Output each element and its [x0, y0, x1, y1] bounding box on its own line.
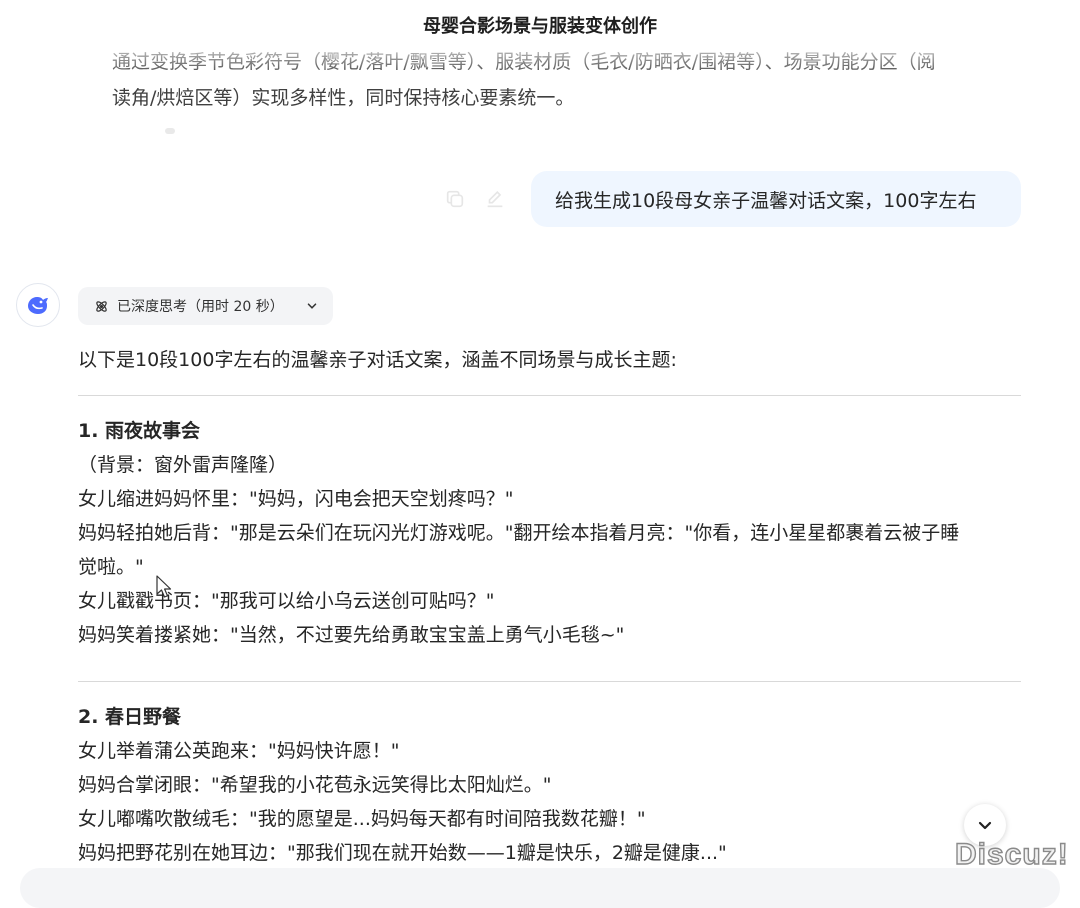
user-message-toolbar — [442, 186, 508, 212]
deep-thinking-toggle[interactable]: 已深度思考（用时 20 秒） — [78, 287, 333, 325]
previous-answer-line-2: 读角/烘焙区等）实现多样性，同时保持核心要素统一。 — [112, 87, 575, 109]
section-line: 妈妈轻拍她后背："那是云朵们在玩闪光灯游戏呢。"翻开绘本指着月亮："你看，连小星… — [78, 522, 960, 544]
edit-icon[interactable] — [482, 186, 508, 212]
section-line: 女儿缩进妈妈怀里："妈妈，闪电会把天空划疼吗？" — [78, 488, 514, 510]
section-line: 觉啦。" — [78, 556, 144, 578]
copy-icon[interactable] — [442, 186, 468, 212]
section-line: 妈妈把野花别在她耳边："那我们现在就开始数——1瓣是快乐，2瓣是健康..." — [78, 842, 727, 864]
section-line: 女儿举着蒲公英跑来："妈妈快许愿！" — [78, 740, 400, 762]
answer-section-1: 1. 雨夜故事会 （背景：窗外雷声隆隆） 女儿缩进妈妈怀里："妈妈，闪电会把天空… — [78, 414, 1018, 652]
conversation-title: 母婴合影场景与服装变体创作 — [423, 16, 657, 37]
divider — [78, 395, 1021, 396]
answer-intro: 以下是10段100字左右的温馨亲子对话文案，涵盖不同场景与成长主题: — [78, 349, 677, 371]
chevron-down-icon — [307, 303, 317, 309]
chevron-down-icon — [978, 821, 992, 830]
section-line: （背景：窗外雷声隆隆） — [78, 454, 288, 476]
answer-section-2: 2. 春日野餐 女儿举着蒲公英跑来："妈妈快许愿！" 妈妈合掌闭眼："希望我的小… — [78, 700, 1018, 870]
section-line: 女儿戳戳书页："那我可以给小乌云送创可贴吗？" — [78, 590, 495, 612]
atom-icon — [96, 300, 107, 312]
divider — [78, 681, 1021, 682]
mouse-cursor-icon — [156, 575, 172, 598]
previous-answer-text: 通过变换季节色彩符号（樱花/落叶/飘雪等）、服装材质（毛衣/防晒衣/围裙等）、场… — [112, 44, 1022, 116]
user-message-text: 给我生成10段母女亲子温馨对话文案，100字左右 — [555, 189, 977, 212]
assistant-avatar — [16, 283, 60, 327]
discuz-watermark: Discuz! — [954, 837, 1069, 871]
section-line: 妈妈合掌闭眼："希望我的小花苞永远笑得比太阳灿烂。" — [78, 774, 552, 796]
section-line: 妈妈笑着搂紧她："当然，不过要先给勇敢宝宝盖上勇气小毛毯~" — [78, 624, 625, 646]
user-message-bubble: 给我生成10段母女亲子温馨对话文案，100字左右 — [531, 171, 1021, 227]
whale-logo-icon — [28, 297, 48, 314]
previous-answer-toolbar-remnant — [165, 128, 175, 134]
deep-thinking-label: 已深度思考（用时 20 秒） — [117, 299, 284, 315]
chat-input-edge[interactable] — [20, 868, 1060, 908]
previous-answer-line-1: 通过变换季节色彩符号（樱花/落叶/飘雪等）、服装材质（毛衣/防晒衣/围裙等）、场… — [112, 51, 936, 73]
section-heading: 2. 春日野餐 — [78, 706, 182, 728]
section-heading: 1. 雨夜故事会 — [78, 420, 201, 442]
section-line: 女儿嘟嘴吹散绒毛："我的愿望是...妈妈每天都有时间陪我数花瓣！" — [78, 808, 646, 830]
